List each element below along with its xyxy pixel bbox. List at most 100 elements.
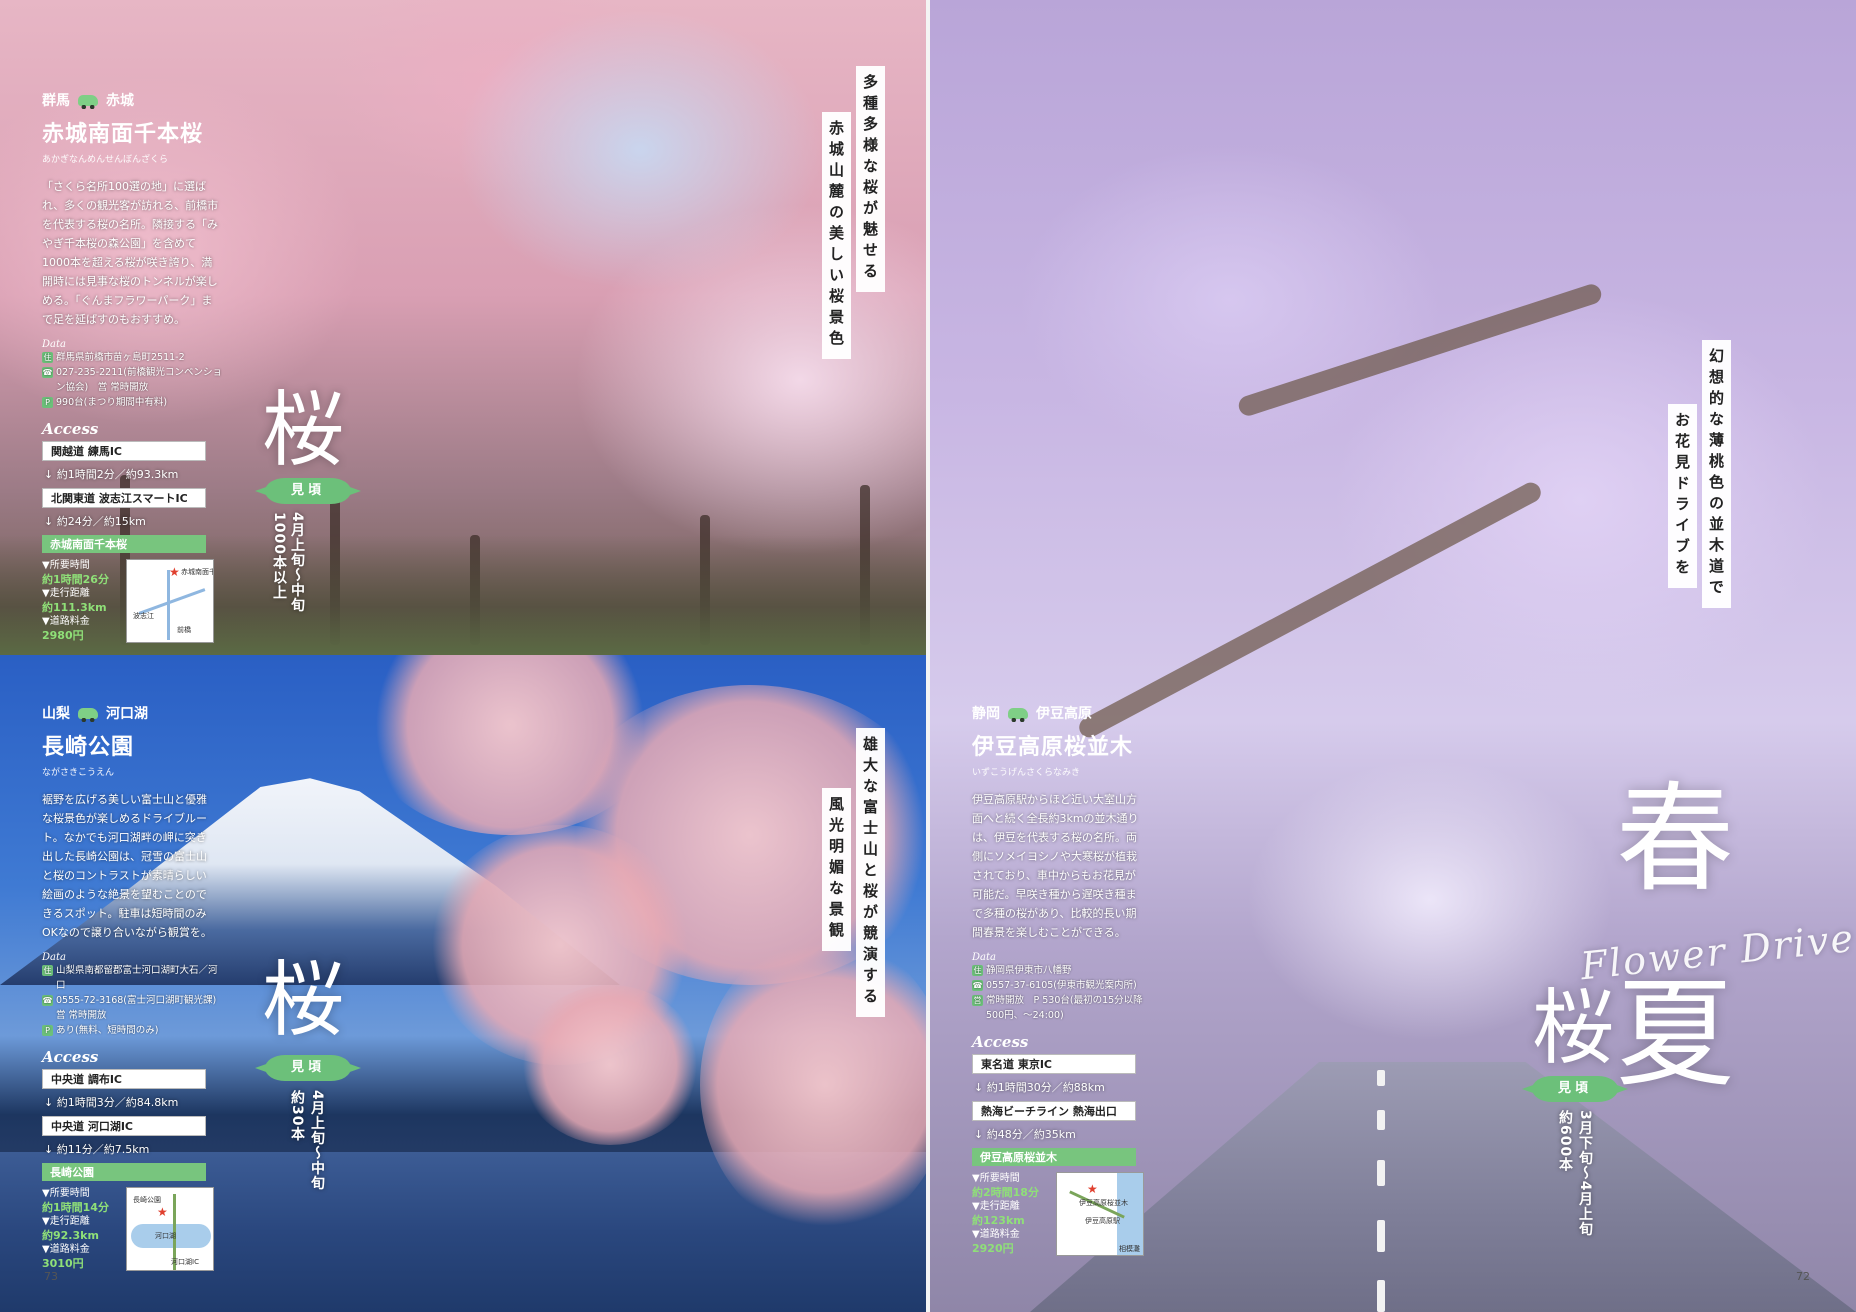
route-leg: ↓ 約1時間30分／約88km <box>974 1081 1105 1094</box>
data-row: P あり(無料、短時間のみ) <box>42 1023 222 1038</box>
route-waypoint: 熱海ビーチライン 熱海出口 <box>972 1101 1136 1121</box>
data-row: P 990台(まつり期間中有料) <box>42 395 222 410</box>
route-mini-map: ★ 伊豆高原桜並木 伊豆高原駅 相模灘 <box>1056 1172 1144 1256</box>
route-summary: ▼所要時間 約1時間26分 ▼走行距離 約111.3km ▼道路料金 2980円… <box>42 559 222 643</box>
catch-copy-line2: 赤城山麓の美しい桜景色 <box>822 112 851 359</box>
akagi-info-panel: 群馬 赤城 赤城南面千本桜 あかぎなんめんせんぼんざくら 「さくら名所100選の… <box>42 90 222 643</box>
best-season-badge: 見頃 <box>1532 1076 1618 1102</box>
feature-kanji-spring: 春 <box>1616 770 1735 908</box>
route-leg: ↓ 約24分／約15km <box>44 515 146 528</box>
route-mini-map: ★ 長崎公園 河口湖 河口湖IC <box>126 1187 214 1271</box>
car-icon <box>78 94 98 109</box>
arrow-down-icon: ↓ <box>44 1096 57 1109</box>
parking-icon: P <box>42 1025 53 1036</box>
best-season-text: 4月上旬～中旬 <box>309 1090 325 1191</box>
route-start: 中央道 調布IC <box>42 1069 206 1089</box>
izu-info-panel: 静岡 伊豆高原 伊豆高原桜並木 いずこうげんさくらなみき 伊豆高原駅からほど近い… <box>972 703 1150 1256</box>
area-label: 伊豆高原 <box>1036 706 1092 722</box>
parking-icon: P <box>42 397 53 408</box>
route-goal: 長崎公園 <box>42 1163 206 1181</box>
data-row: 営常時開放 P 530台(最初の15分以降500円、～24:00) <box>972 995 1143 1021</box>
sakura-kanji: 桜 <box>262 383 345 478</box>
arrow-down-icon: ↓ <box>44 1143 57 1156</box>
route-start: 関越道 練馬IC <box>42 441 206 461</box>
data-row: 住群馬県前橋市苗ヶ島町2511-2 <box>42 352 185 363</box>
prefecture-label: 静岡 <box>972 706 1000 722</box>
area-label: 赤城 <box>106 93 134 109</box>
address-icon: 住 <box>42 965 53 976</box>
sakura-kanji: 桜 <box>1532 981 1615 1076</box>
magazine-spread: 群馬 赤城 赤城南面千本桜 あかぎなんめんせんぼんざくら 「さくら名所100選の… <box>0 0 1856 1312</box>
page-number-left: 73 <box>44 1270 58 1283</box>
address-icon: 住 <box>42 352 53 363</box>
phone-icon: ☎ <box>42 995 53 1006</box>
best-season-text: 4月上旬～中旬 <box>289 512 305 613</box>
catch-copy-line1: 多種多様な桜が魅せる <box>856 66 885 292</box>
route-summary: ▼所要時間 約2時間18分 ▼走行距離 約123km ▼道路料金 2920円 ★… <box>972 1172 1150 1256</box>
route-summary: ▼所要時間 約1時間14分 ▼走行距離 約92.3km ▼道路料金 3010円 … <box>42 1187 222 1271</box>
spot-description: 裾野を広げる美しい富士山と優雅な桜景色が楽しめるドライブルート。なかでも河口湖畔… <box>42 793 212 939</box>
region-line: 静岡 伊豆高原 <box>972 703 1150 723</box>
spot-description: 伊豆高原駅からほど近い大室山方面へと続く全長約3kmの並木通りは、伊豆を代表する… <box>972 793 1139 939</box>
page-number-right: 72 <box>1796 1270 1810 1283</box>
spot-description: 「さくら名所100選の地」に選ばれ、多くの観光客が訪れる、前橋市を代表する桜の名… <box>42 180 219 326</box>
phone-icon: ☎ <box>972 980 983 991</box>
route-leg: ↓ 約1時間3分／約84.8km <box>44 1096 179 1109</box>
spot-reading: あかぎなんめんせんぼんざくら <box>42 155 169 165</box>
route-leg: ↓ 約48分／約35km <box>974 1128 1076 1141</box>
data-list: 住静岡県伊東市八幡野 ☎ 0557-37-6105(伊東市観光案内所) 営常時開放… <box>972 963 1150 1023</box>
car-icon <box>78 707 98 722</box>
sakura-kanji: 桜 <box>262 953 345 1048</box>
hours-icon: 営 <box>972 995 983 1006</box>
arrow-down-icon: ↓ <box>974 1081 987 1094</box>
address-icon: 住 <box>972 965 983 976</box>
data-row: ☎ 0557-37-6105(伊東市観光案内所) <box>972 980 1137 991</box>
catch-copy-line2: お花見ドライブを <box>1668 404 1697 588</box>
feature-kanji-summer: 夏 <box>1616 965 1735 1103</box>
route-waypoint: 北関東道 波志江スマートIC <box>42 488 206 508</box>
tree-count: 約30本 <box>289 1090 305 1142</box>
spot-reading: いずこうげんさくらなみき <box>972 768 1081 778</box>
data-list: 住群馬県前橋市苗ヶ島町2511-2 ☎ 027-235-2211(前橋観光コンベン… <box>42 350 222 410</box>
tree-count: 約600本 <box>1557 1110 1573 1173</box>
catch-copy-line2: 風光明媚な景観 <box>822 788 851 951</box>
route-goal: 赤城南面千本桜 <box>42 535 206 553</box>
tree-count: 1000本以上 <box>271 512 287 600</box>
prefecture-label: 群馬 <box>42 93 70 109</box>
spot-title: 赤城南面千本桜 <box>42 122 204 147</box>
access-heading: Access <box>42 1048 99 1066</box>
destination-star-icon: ★ <box>1087 1182 1098 1196</box>
data-row: ☎ 0555-72-3168(富士河口湖町観光課) 営 常時開放 <box>42 995 226 1021</box>
data-row: ☎ 027-235-2211(前橋観光コンベンション協会) 営 常時開放 <box>42 367 223 393</box>
data-list: 住山梨県南都留郡富士河口湖町大石／河口 ☎ 0555-72-3168(富士河口湖町… <box>42 963 226 1038</box>
area-label: 河口湖 <box>106 706 148 722</box>
route-start: 東名道 東京IC <box>972 1054 1136 1074</box>
data-row: 住静岡県伊東市八幡野 <box>972 965 1072 976</box>
data-heading: Data <box>42 339 66 350</box>
data-heading: Data <box>972 952 996 963</box>
catch-copy-line1: 雄大な富士山と桜が競演する <box>856 728 885 1017</box>
car-icon <box>1008 707 1028 722</box>
region-line: 山梨 河口湖 <box>42 703 222 723</box>
route-goal: 伊豆高原桜並木 <box>972 1148 1136 1166</box>
arrow-down-icon: ↓ <box>974 1128 987 1141</box>
route-mini-map: ★ 赤城南面千本桜 波志江 前橋 <box>126 559 214 643</box>
best-season-badge: 見頃 <box>265 1055 351 1081</box>
phone-icon: ☎ <box>42 367 53 378</box>
catch-copy-line1: 幻想的な薄桃色の並木道で <box>1702 340 1731 608</box>
fuji-info-panel: 山梨 河口湖 長崎公園 ながさきこうえん 裾野を広げる美しい富士山と優雅な桜景色… <box>42 703 226 1271</box>
spot-title: 長崎公園 <box>42 735 135 760</box>
access-heading: Access <box>972 1033 1029 1051</box>
data-heading: Data <box>42 952 66 963</box>
destination-star-icon: ★ <box>157 1205 168 1219</box>
route-leg: ↓ 約11分／約7.5km <box>44 1143 150 1156</box>
best-season-badge: 見頃 <box>265 478 351 504</box>
access-heading: Access <box>42 420 99 438</box>
prefecture-label: 山梨 <box>42 706 70 722</box>
best-season-text: 3月下旬～4月上旬 <box>1577 1110 1593 1237</box>
route-leg: ↓ 約1時間2分／約93.3km <box>44 468 179 481</box>
region-line: 群馬 赤城 <box>42 90 222 110</box>
data-row: 住山梨県南都留郡富士河口湖町大石／河口 <box>42 965 218 991</box>
spot-title: 伊豆高原桜並木 <box>972 735 1134 760</box>
spot-reading: ながさきこうえん <box>42 768 115 778</box>
